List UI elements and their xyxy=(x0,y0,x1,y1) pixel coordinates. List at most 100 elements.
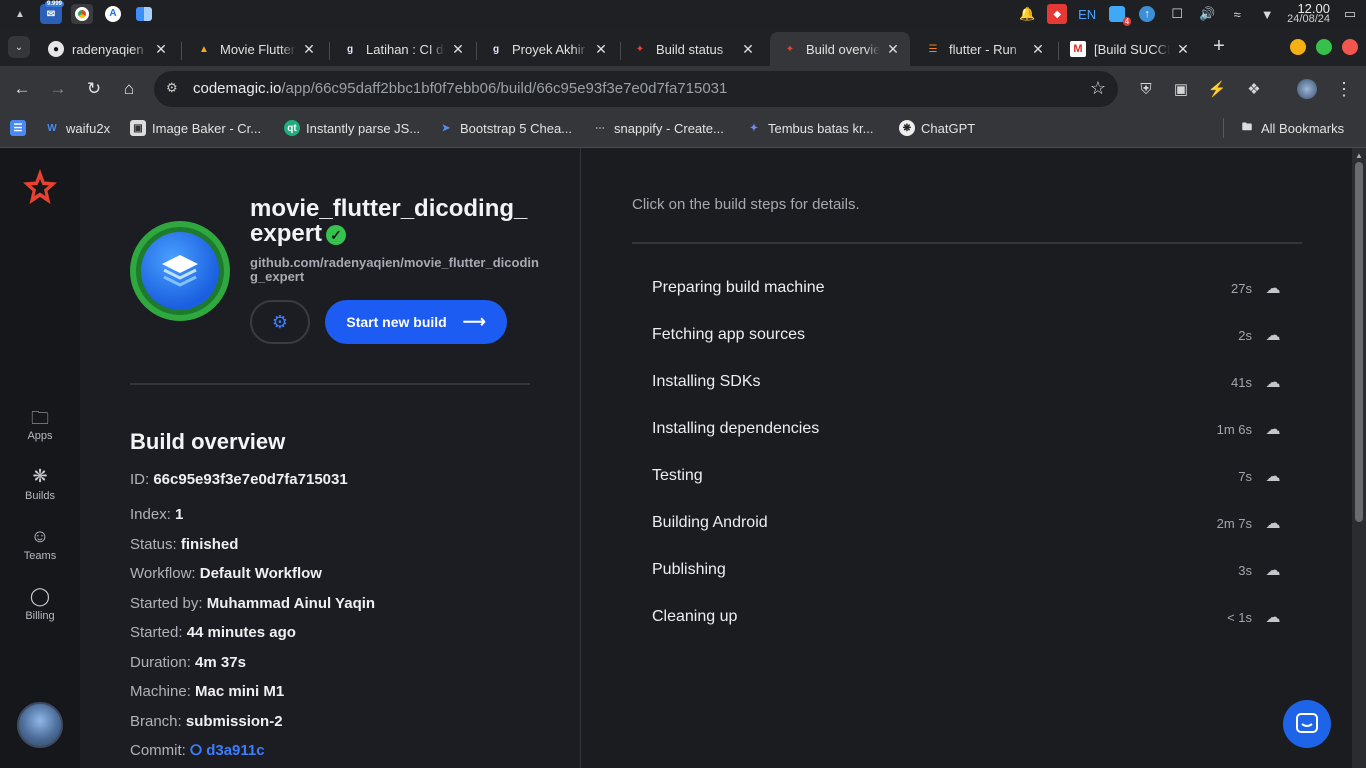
build-step[interactable]: Building Android 2m 7s ☁ xyxy=(652,508,1284,538)
pip-extension-icon[interactable]: ▣ xyxy=(1170,78,1192,100)
build-step[interactable]: Preparing build machine 27s ☁ xyxy=(652,273,1284,303)
tray-expand-icon[interactable]: ▼ xyxy=(1257,4,1277,24)
bookmark-star-icon[interactable]: ☆ xyxy=(1090,78,1106,99)
keyboard-layout-indicator[interactable]: EN xyxy=(1077,4,1097,24)
bookmark-chatgpt[interactable]: ❋ ChatGPT xyxy=(899,120,975,136)
download-log-icon[interactable]: ☁ xyxy=(1262,326,1284,344)
tab-github[interactable]: ● radenyaqien ✕ xyxy=(36,32,178,66)
files-icon[interactable]: ▲ xyxy=(9,4,31,24)
messaging-icon[interactable]: 4 xyxy=(1107,4,1132,26)
forward-button[interactable]: → xyxy=(47,78,69,100)
user-avatar[interactable] xyxy=(17,702,63,748)
bookmark-gemini[interactable]: ✦ Tembus batas kr... xyxy=(746,120,874,136)
build-step[interactable]: Publishing 3s ☁ xyxy=(652,555,1284,585)
commit-link[interactable]: ⭘ d3a911c xyxy=(190,742,265,759)
tab-dicoding-latihan[interactable]: g Latihan : CI dengan Codemagic ✕ xyxy=(330,32,475,66)
page-scrollbar[interactable]: ▲ xyxy=(1352,148,1366,768)
scroll-up-icon[interactable]: ▲ xyxy=(1355,151,1363,160)
build-step[interactable]: Testing 7s ☁ xyxy=(652,461,1284,491)
reload-button[interactable]: ↻ xyxy=(83,78,105,100)
bookmark-quicktype[interactable]: qt Instantly parse JS... xyxy=(284,120,420,136)
scrollbar-thumb[interactable] xyxy=(1355,162,1363,522)
close-tab-icon[interactable]: ✕ xyxy=(449,41,467,58)
close-window-button[interactable] xyxy=(1342,39,1358,55)
bookmark-image-baker[interactable]: ▣ Image Baker - Cr... xyxy=(130,120,261,136)
start-new-build-button[interactable]: Start new build ⟶ xyxy=(325,300,507,344)
tab-build-overview[interactable]: ✦ Build overview ✕ xyxy=(770,32,910,66)
new-tab-button[interactable]: + xyxy=(1208,36,1230,58)
bookmark-snappify[interactable]: ⋯ snappify - Create... xyxy=(592,120,724,136)
android-studio-icon[interactable]: A xyxy=(102,4,124,24)
close-tab-icon[interactable]: ✕ xyxy=(152,41,170,58)
project-repo-link[interactable]: github.com/radenyaqien/movie_flutter_dic… xyxy=(250,256,540,284)
sidebar-item-apps[interactable]: 🗀 Apps xyxy=(0,406,80,442)
download-log-icon[interactable]: ☁ xyxy=(1262,467,1284,485)
download-log-icon[interactable]: ☁ xyxy=(1262,561,1284,579)
tab-search-button[interactable]: ⌄ xyxy=(8,36,30,58)
sidebar-item-teams[interactable]: ☺ Teams xyxy=(0,526,80,562)
codemagic-icon: ✦ xyxy=(635,43,645,55)
url-text[interactable]: codemagic.io/app/66c95daff2bbc1bf0f7ebb0… xyxy=(193,80,727,97)
site-settings-icon[interactable]: ⚙ xyxy=(166,80,178,96)
close-tab-icon[interactable]: ✕ xyxy=(592,41,610,58)
show-desktop-icon[interactable]: ▭ xyxy=(1340,4,1360,24)
codemagic-logo[interactable] xyxy=(22,168,58,206)
notification-bell-icon[interactable]: 🔔 xyxy=(1017,4,1037,24)
shield-extension-icon[interactable]: ⛨ xyxy=(1135,78,1157,100)
close-tab-icon[interactable]: ✕ xyxy=(739,41,757,58)
download-log-icon[interactable]: ☁ xyxy=(1262,373,1284,391)
tab-stackoverflow[interactable]: ☰ flutter - Run ✕ xyxy=(913,32,1055,66)
download-log-icon[interactable]: ☁ xyxy=(1262,420,1284,438)
build-step[interactable]: Cleaning up < 1s ☁ xyxy=(652,602,1284,632)
bootstrap-icon: ➤ xyxy=(441,122,451,134)
system-clock[interactable]: 12.00 24/08/24 xyxy=(1287,2,1330,25)
download-log-icon[interactable]: ☁ xyxy=(1262,608,1284,626)
build-started-by-row: Started by: Muhammad Ainul Yaqin xyxy=(130,595,376,612)
build-step[interactable]: Installing SDKs 41s ☁ xyxy=(652,367,1284,397)
support-chat-button[interactable] xyxy=(1283,700,1331,748)
clipboard-icon[interactable]: ☐ xyxy=(1167,4,1187,24)
close-tab-icon[interactable]: ✕ xyxy=(884,41,902,58)
tab-firebase[interactable]: ▲ Movie Flutter ✕ xyxy=(184,32,326,66)
bookmark-waifu2x[interactable]: Wwaifu2x xyxy=(44,120,110,136)
sidebar-item-builds[interactable]: ❋ Builds xyxy=(0,466,80,502)
build-machine-row: Machine: Mac mini M1 xyxy=(130,683,285,700)
chat-icon xyxy=(1296,713,1318,733)
back-button[interactable]: ← xyxy=(11,78,33,100)
tab-build-status[interactable]: ✦ Build status ✕ xyxy=(620,32,765,66)
os-top-bar: ▲ 9.999 ✉ A 🔔 ◆ EN 4 ↑ ☐ 🔊 ≈ ▼ 12.00 24/0… xyxy=(0,0,1366,28)
finder-icon[interactable] xyxy=(133,4,155,24)
dicoding-icon: g xyxy=(346,43,354,55)
build-step[interactable]: Installing dependencies 1m 6s ☁ xyxy=(652,414,1284,444)
home-button[interactable]: ⌂ xyxy=(118,78,140,100)
update-icon[interactable]: ↑ xyxy=(1137,4,1157,24)
address-bar[interactable]: ⚙ codemagic.io/app/66c95daff2bbc1bf0f7eb… xyxy=(154,71,1118,107)
app-settings-button[interactable]: ⚙ xyxy=(250,300,310,344)
close-tab-icon[interactable]: ✕ xyxy=(1029,41,1047,58)
build-steps-panel: Click on the build steps for details. Pr… xyxy=(582,148,1352,768)
close-tab-icon[interactable]: ✕ xyxy=(1174,41,1192,58)
tab-dicoding-proyek[interactable]: g Proyek Akhir ✕ xyxy=(476,32,618,66)
chrome-icon[interactable] xyxy=(71,4,93,24)
lightning-extension-icon[interactable]: ⚡ xyxy=(1206,78,1228,100)
tab-gmail[interactable]: M [Build SUCCESS] ✕ xyxy=(1058,32,1200,66)
volume-icon[interactable]: 🔊 xyxy=(1197,4,1217,24)
minimize-button[interactable] xyxy=(1290,39,1306,55)
page-title: Build overview xyxy=(130,429,286,454)
build-step[interactable]: Fetching app sources 2s ☁ xyxy=(652,320,1284,350)
all-bookmarks-button[interactable]: 🖿 All Bookmarks xyxy=(1239,120,1344,136)
profile-avatar[interactable] xyxy=(1296,78,1318,100)
mail-icon[interactable]: 9.999 ✉ xyxy=(40,1,65,24)
anydesk-icon[interactable]: ◆ xyxy=(1047,4,1068,24)
bookmark-bootstrap[interactable]: ➤ Bootstrap 5 Chea... xyxy=(438,120,572,136)
wifi-icon[interactable]: ≈ xyxy=(1227,4,1247,24)
teams-icon: ☺ xyxy=(30,526,50,546)
download-log-icon[interactable]: ☁ xyxy=(1262,279,1284,297)
maximize-button[interactable] xyxy=(1316,39,1332,55)
extensions-puzzle-icon[interactable]: ❖ xyxy=(1243,78,1265,100)
download-log-icon[interactable]: ☁ xyxy=(1262,514,1284,532)
browser-menu-icon[interactable]: ⋮ xyxy=(1333,78,1355,100)
bookmarks-apps-icon[interactable]: ☰ xyxy=(10,120,32,136)
sidebar-item-billing[interactable]: ◯ Billing xyxy=(0,586,80,622)
close-tab-icon[interactable]: ✕ xyxy=(300,41,318,58)
